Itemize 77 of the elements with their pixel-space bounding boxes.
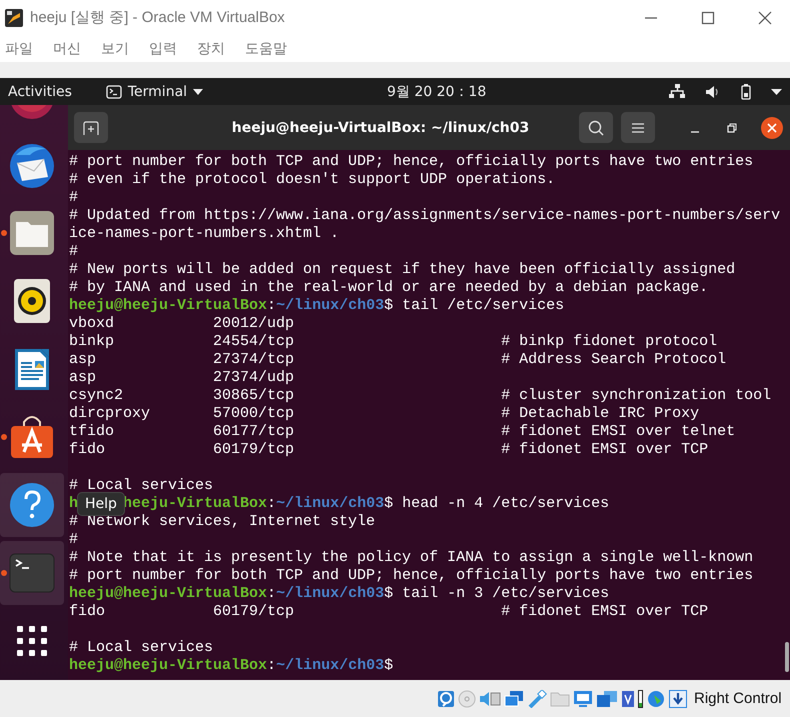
terminal-line: # port number for both TCP and UDP; hence, officially ports have two entries: [69, 153, 754, 171]
terminal-line: dircproxy 57000/tcp # Detachable IRC Proxy: [69, 405, 700, 423]
app-grid-icon: [17, 626, 47, 656]
maximize-icon[interactable]: [701, 10, 715, 24]
menu-button[interactable]: [621, 112, 655, 143]
menu-item[interactable]: 보기: [100, 40, 130, 58]
clock[interactable]: 9월 20 20：18: [387, 82, 486, 100]
tooltip: Help: [77, 492, 125, 516]
terminal-line: # Note that it is presently the policy of IANA to assign a single well-known: [69, 549, 754, 567]
dock-item[interactable]: [0, 473, 64, 537]
terminal-line: #: [69, 531, 80, 549]
prompt-line: heeju@heeju-VirtualBox:~/linux/ch03$ tail /etc/services: [69, 297, 566, 315]
close-icon[interactable]: [758, 10, 772, 24]
menu-item[interactable]: 장치: [196, 40, 226, 58]
prompt-line: heeju@heeju-VirtualBox:~/linux/ch03$: [69, 657, 394, 675]
battery-icon[interactable]: [741, 84, 751, 100]
terminal-icon: [9, 553, 55, 593]
optical-disc-icon: [458, 690, 476, 708]
terminal-line: # Local services: [69, 477, 214, 495]
usb-icon: [527, 690, 547, 708]
display-icon: [573, 690, 593, 708]
terminal-line: tfido 60177/tcp # fidonet EMSI over telnet: [69, 423, 736, 441]
terminal-line: fido 60179/tcp # fidonet EMSI over TCP: [69, 441, 710, 459]
terminal-line: # port number for both TCP and UDP; hence, officially ports have two entries: [69, 567, 754, 585]
chip-icon: [621, 690, 635, 708]
folder-icon: [550, 690, 570, 708]
document-icon: [13, 346, 51, 392]
terminal-line: #: [69, 189, 80, 207]
search-button[interactable]: [579, 112, 613, 143]
caret-icon[interactable]: [771, 88, 782, 94]
terminal-line: # Updated from https://www.iana.org/assignments/service-names-port-numbers/serv: [69, 207, 782, 225]
terminal-line: # Network services, Internet style: [69, 513, 376, 531]
help-icon: [9, 482, 55, 528]
network-icon[interactable]: [669, 84, 685, 99]
terminal-line: # even if the protocol doesn't support UDP operations.: [69, 171, 556, 189]
close-icon[interactable]: [761, 116, 783, 138]
search-icon: [588, 120, 604, 136]
menu-icon: [632, 122, 644, 132]
mouse-integration-icon: [646, 690, 666, 708]
restore-icon[interactable]: [727, 122, 737, 132]
app-menu[interactable]: Terminal: [106, 84, 204, 100]
menu-item[interactable]: 입력: [148, 40, 178, 58]
activities-button[interactable]: Activities: [8, 84, 72, 100]
caret-icon: [193, 88, 204, 94]
network-icon: [504, 690, 524, 708]
terminal-line: asp 27374/udp: [69, 369, 296, 387]
menu-item[interactable]: 파일: [4, 40, 34, 58]
menu-item[interactable]: 도움말: [244, 40, 288, 58]
terminal-line: fido 60179/tcp # fidonet EMSI over TCP: [69, 603, 710, 621]
virtualbox-logo-icon: [4, 8, 24, 28]
terminal-line: ice-names-port-numbers.xhtml .: [69, 225, 340, 243]
scrollbar[interactable]: [785, 642, 789, 672]
prompt-line: heeju@heeju-VirtualBox:~/linux/ch03$ tail -n 3 /etc/services: [69, 585, 610, 603]
new-tab-icon: [83, 120, 99, 134]
mail-icon: [8, 141, 56, 189]
terminal-title: heeju@heeju-VirtualBox: ~/linux/ch03: [230, 120, 530, 136]
windows-icon: [596, 690, 618, 708]
terminal-line: csync2 30865/tcp # cluster synchronization tool: [69, 387, 772, 405]
terminal-line: # Local services: [69, 639, 214, 657]
terminal-line: # by IANA and used in the real-world or are needed by a debian package.: [69, 279, 710, 297]
new-tab-button[interactable]: [74, 112, 108, 143]
activity-indicator-icon: [638, 690, 643, 708]
terminal-line: asp 27374/tcp # Address Search Protocol: [69, 351, 728, 369]
terminal-line: binkp 24554/tcp # binkp fidonet protocol: [69, 333, 718, 351]
prompt-line: heeju-VirtualBox:~/linux/ch03$ head -n 4 /etc/services: [123, 495, 610, 512]
shopping-bag-icon: [9, 414, 55, 460]
window-title: heeju [실행 중] - Oracle VM VirtualBox: [30, 8, 285, 27]
speaker-icon: [13, 278, 51, 324]
menu-item[interactable]: 머신: [52, 40, 82, 58]
terminal-icon: [106, 84, 122, 98]
folder-icon: [9, 210, 55, 256]
host-key-label: Right Control: [694, 690, 782, 707]
terminal-line: # New ports will be added on request if they have been officially assigned: [69, 261, 736, 279]
audio-icon: [479, 690, 501, 708]
prompt-text: h: [69, 495, 78, 512]
terminal-line: vboxd 20012/udp: [69, 315, 296, 333]
terminal-line: #: [69, 243, 80, 261]
